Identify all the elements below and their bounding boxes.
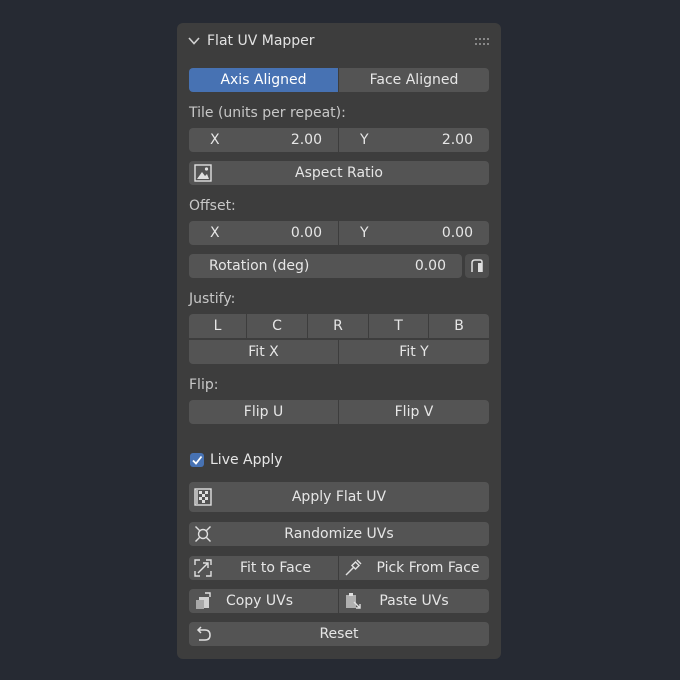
rotation-field[interactable]: Rotation (deg) 0.00 bbox=[189, 254, 462, 278]
apply-flat-uv-button[interactable]: Apply Flat UV bbox=[189, 482, 489, 512]
reset-label: Reset bbox=[319, 626, 359, 642]
tile-y-value: 2.00 bbox=[441, 132, 473, 148]
panel-title: Flat UV Mapper bbox=[207, 33, 315, 49]
justify-right-button[interactable]: R bbox=[308, 314, 368, 338]
offset-label: Offset: bbox=[189, 198, 236, 214]
justify-center-button[interactable]: C bbox=[247, 314, 307, 338]
copy-uvs-label: Copy UVs bbox=[225, 593, 294, 609]
panel-header[interactable]: Flat UV Mapper bbox=[177, 23, 501, 59]
drag-grip-icon[interactable] bbox=[475, 35, 489, 45]
tile-y-field[interactable]: Y 2.00 bbox=[339, 128, 489, 152]
justify-label: Justify: bbox=[189, 291, 236, 307]
image-icon bbox=[194, 164, 212, 182]
checker-icon bbox=[194, 488, 212, 506]
flat-uv-mapper-panel: Flat UV Mapper Axis Aligned Face Aligned… bbox=[177, 23, 501, 659]
eyedropper-icon bbox=[344, 559, 362, 577]
rotation-label: Rotation (deg) bbox=[209, 258, 310, 274]
copy-icon bbox=[194, 592, 212, 610]
rotate-button[interactable] bbox=[465, 254, 489, 278]
tile-x-field[interactable]: X 2.00 bbox=[189, 128, 338, 152]
live-apply-checkbox[interactable] bbox=[190, 453, 204, 467]
randomize-uvs-label: Randomize UVs bbox=[284, 526, 394, 542]
checkmark-icon bbox=[191, 454, 203, 466]
rotate-icon bbox=[469, 258, 485, 274]
offset-x-label: X bbox=[210, 225, 220, 241]
rotation-value: 0.00 bbox=[414, 258, 446, 274]
randomize-uvs-button[interactable]: Randomize UVs bbox=[189, 522, 489, 546]
chevron-down-icon[interactable] bbox=[187, 34, 201, 48]
offset-y-field[interactable]: Y 0.00 bbox=[339, 221, 489, 245]
paste-icon bbox=[344, 592, 362, 610]
flip-label: Flip: bbox=[189, 377, 219, 393]
flip-u-button[interactable]: Flip U bbox=[189, 400, 338, 424]
live-apply-label[interactable]: Live Apply bbox=[210, 452, 283, 468]
pick-from-face-label: Pick From Face bbox=[376, 560, 480, 576]
pick-from-face-button[interactable]: Pick From Face bbox=[339, 556, 489, 580]
tile-x-label: X bbox=[210, 132, 220, 148]
fit-y-button[interactable]: Fit Y bbox=[339, 340, 489, 364]
fit-to-face-button[interactable]: Fit to Face bbox=[189, 556, 338, 580]
offset-y-value: 0.00 bbox=[441, 225, 473, 241]
offset-x-field[interactable]: X 0.00 bbox=[189, 221, 338, 245]
justify-left-button[interactable]: L bbox=[189, 314, 246, 338]
copy-uvs-button[interactable]: Copy UVs bbox=[189, 589, 338, 613]
expand-icon bbox=[194, 559, 212, 577]
aspect-ratio-button[interactable]: Aspect Ratio bbox=[189, 161, 489, 185]
tile-label: Tile (units per repeat): bbox=[189, 105, 346, 121]
mode-face-aligned-button[interactable]: Face Aligned bbox=[339, 68, 489, 92]
flip-v-button[interactable]: Flip V bbox=[339, 400, 489, 424]
fit-x-button[interactable]: Fit X bbox=[189, 340, 338, 364]
tile-y-label: Y bbox=[360, 132, 369, 148]
offset-x-value: 0.00 bbox=[290, 225, 322, 241]
paste-uvs-button[interactable]: Paste UVs bbox=[339, 589, 489, 613]
tile-x-value: 2.00 bbox=[290, 132, 322, 148]
justify-bottom-button[interactable]: B bbox=[429, 314, 489, 338]
aspect-ratio-label: Aspect Ratio bbox=[295, 165, 383, 181]
apply-flat-uv-label: Apply Flat UV bbox=[291, 489, 387, 505]
fit-to-face-label: Fit to Face bbox=[239, 560, 312, 576]
randomize-icon bbox=[194, 525, 212, 543]
undo-icon bbox=[194, 625, 212, 643]
offset-y-label: Y bbox=[360, 225, 369, 241]
mode-axis-aligned-button[interactable]: Axis Aligned bbox=[189, 68, 338, 92]
reset-button[interactable]: Reset bbox=[189, 622, 489, 646]
paste-uvs-label: Paste UVs bbox=[379, 593, 449, 609]
justify-top-button[interactable]: T bbox=[369, 314, 428, 338]
